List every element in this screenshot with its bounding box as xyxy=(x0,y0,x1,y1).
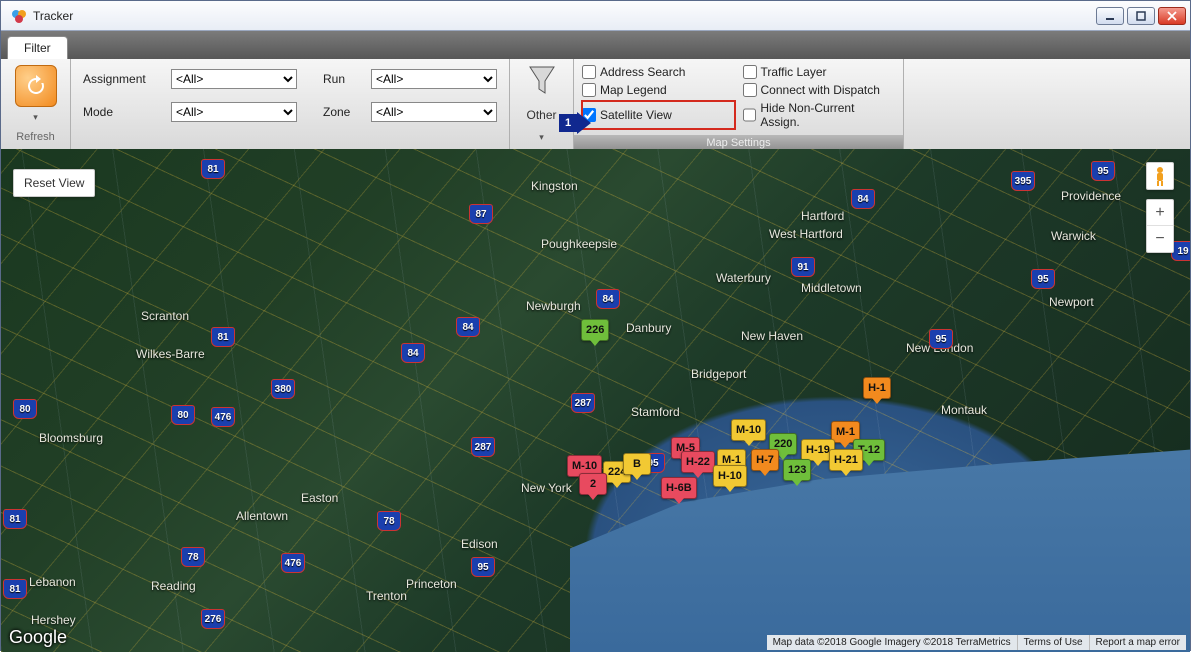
route-shield: 95 xyxy=(1091,161,1115,181)
route-shield: 84 xyxy=(851,189,875,209)
route-shield: 78 xyxy=(181,547,205,567)
vehicle-marker[interactable]: H-6B xyxy=(661,477,697,499)
vehicle-marker[interactable]: 123 xyxy=(783,459,811,481)
map-legend-checkbox[interactable]: Map Legend xyxy=(582,83,735,97)
vehicle-marker[interactable]: 226 xyxy=(581,319,609,341)
route-shield: 84 xyxy=(456,317,480,337)
route-shield: 91 xyxy=(791,257,815,277)
route-shield: 78 xyxy=(377,511,401,531)
google-logo: Google xyxy=(9,627,67,648)
mode-label: Mode xyxy=(83,105,163,119)
route-shield: 476 xyxy=(211,407,235,427)
callout-step-1: 1 xyxy=(559,112,591,134)
route-shield: 95 xyxy=(929,329,953,349)
connect-dispatch-checkbox[interactable]: Connect with Dispatch xyxy=(743,83,896,97)
window-controls xyxy=(1096,7,1186,25)
route-shield: 87 xyxy=(469,204,493,224)
route-shield: 80 xyxy=(13,399,37,419)
filters-group: Assignment <All> Run <All> Mode <All> Zo… xyxy=(71,59,510,149)
address-search-checkbox[interactable]: Address Search xyxy=(582,65,735,79)
zone-label: Zone xyxy=(323,105,363,119)
window-title: Tracker xyxy=(33,9,73,23)
zone-select[interactable]: <All> xyxy=(371,102,497,122)
route-shield: 380 xyxy=(271,379,295,399)
vehicle-marker[interactable]: H-22 xyxy=(681,451,715,473)
satellite-view-checkbox[interactable]: Satellite View xyxy=(582,101,735,129)
titlebar: Tracker xyxy=(1,1,1190,31)
pegman-icon[interactable] xyxy=(1146,162,1174,190)
minimize-button[interactable] xyxy=(1096,7,1124,25)
other-dropdown-icon[interactable]: ▾ xyxy=(539,132,544,143)
route-shield: 81 xyxy=(201,159,225,179)
vehicle-marker[interactable]: H-21 xyxy=(829,449,863,471)
vehicle-marker[interactable]: H-10 xyxy=(713,465,747,487)
map-attribution: Map data ©2018 Google Imagery ©2018 Terr… xyxy=(767,635,1186,650)
close-button[interactable] xyxy=(1158,7,1186,25)
zoom-out-button[interactable]: − xyxy=(1147,226,1173,252)
mode-select[interactable]: <All> xyxy=(171,102,297,122)
run-select[interactable]: <All> xyxy=(371,69,497,89)
reset-view-button[interactable]: Reset View xyxy=(13,169,95,197)
route-shield: 81 xyxy=(3,579,27,599)
tab-strip: Filter xyxy=(1,31,1190,59)
refresh-dropdown-icon[interactable]: ▾ xyxy=(33,112,38,123)
vehicle-marker[interactable]: 2 xyxy=(579,473,607,495)
route-shield: 287 xyxy=(471,437,495,457)
attribution-text: Map data ©2018 Google Imagery ©2018 Terr… xyxy=(767,635,1017,650)
app-icon xyxy=(11,8,27,24)
route-shield: 80 xyxy=(171,405,195,425)
vehicle-marker[interactable]: H-1 xyxy=(863,377,891,399)
route-shield: 84 xyxy=(596,289,620,309)
other-label[interactable]: Other xyxy=(526,108,556,122)
vehicle-marker[interactable]: H-7 xyxy=(751,449,779,471)
route-shield: 476 xyxy=(281,553,305,573)
other-filters-group: Other ▾ xyxy=(510,59,574,149)
refresh-button[interactable] xyxy=(15,65,57,107)
maximize-button[interactable] xyxy=(1127,7,1155,25)
hide-non-current-checkbox[interactable]: Hide Non-Current Assign. xyxy=(743,101,896,129)
vehicle-marker[interactable]: B xyxy=(623,453,651,475)
zoom-in-button[interactable]: + xyxy=(1147,200,1173,226)
route-shield: 395 xyxy=(1011,171,1035,191)
vehicle-marker[interactable]: M-10 xyxy=(731,419,766,441)
route-shield: 287 xyxy=(571,393,595,413)
refresh-group: ▾ Refresh xyxy=(1,59,71,149)
run-label: Run xyxy=(323,72,363,86)
report-error-link[interactable]: Report a map error xyxy=(1089,635,1186,650)
zoom-controls: + − xyxy=(1146,199,1174,253)
map-canvas[interactable]: KingstonHartfordWest HartfordProvidenceW… xyxy=(1,149,1190,652)
tab-filter[interactable]: Filter xyxy=(7,36,68,59)
assignment-label: Assignment xyxy=(83,72,163,86)
route-shield: 81 xyxy=(3,509,27,529)
traffic-layer-checkbox[interactable]: Traffic Layer xyxy=(743,65,896,79)
route-shield: 95 xyxy=(471,557,495,577)
refresh-label: Refresh xyxy=(9,127,62,143)
assignment-select[interactable]: <All> xyxy=(171,69,297,89)
route-shield: 276 xyxy=(201,609,225,629)
map-settings-group: Address Search Traffic Layer Map Legend … xyxy=(574,59,904,149)
route-shield: 81 xyxy=(211,327,235,347)
route-shield: 84 xyxy=(401,343,425,363)
route-shield: 95 xyxy=(1031,269,1055,289)
terms-link[interactable]: Terms of Use xyxy=(1017,635,1089,650)
ribbon-toolbar: ▾ Refresh Assignment <All> Run <All> Mod… xyxy=(1,59,1190,149)
funnel-icon xyxy=(528,65,556,97)
